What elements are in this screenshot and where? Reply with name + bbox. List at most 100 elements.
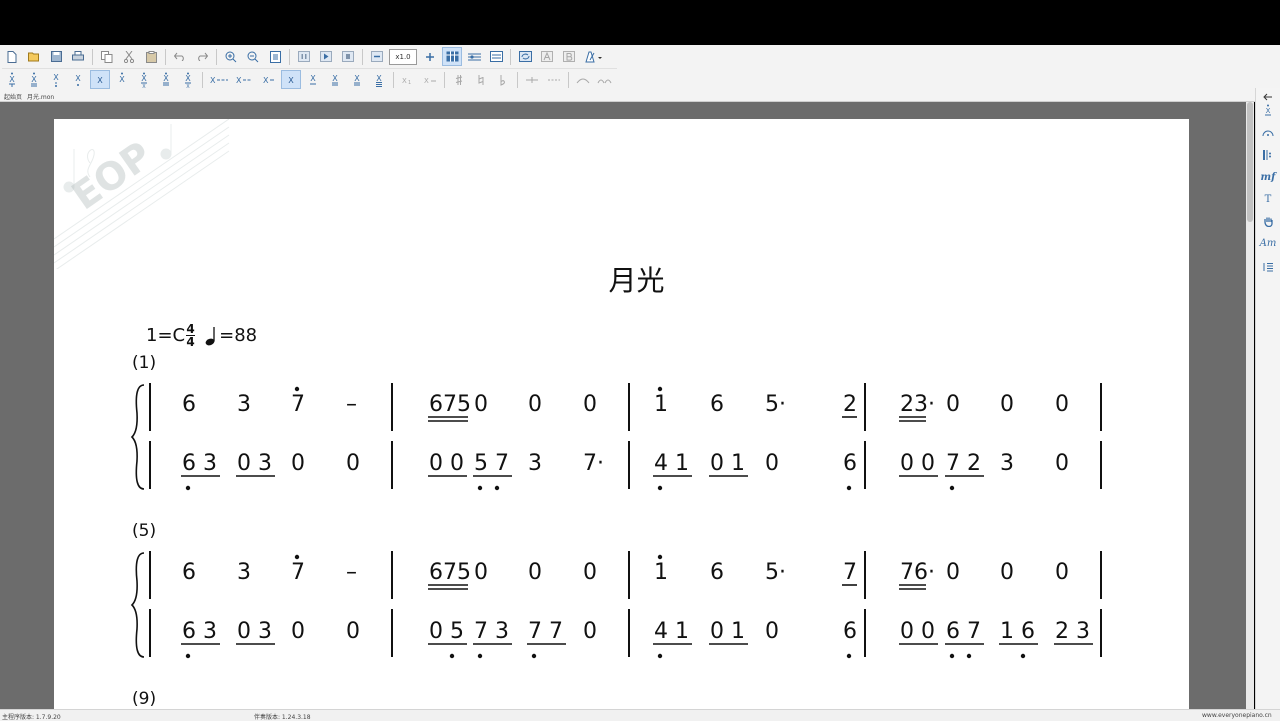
note-upper: 0	[1055, 392, 1069, 417]
underline-b-icon[interactable]: X	[325, 70, 345, 89]
tab-home[interactable]: 起始页	[4, 92, 22, 101]
dot-below-2-icon[interactable]: X	[68, 70, 88, 89]
underline-3-icon[interactable]: X	[156, 70, 176, 89]
svg-text:X: X	[376, 74, 382, 83]
zoom-decrease-icon[interactable]	[367, 47, 387, 66]
chord-icon[interactable]: Am	[1257, 234, 1279, 252]
toolbar-separator	[92, 48, 93, 65]
octave-dot-low	[657, 485, 663, 491]
fermata-icon[interactable]	[1257, 124, 1279, 142]
underline-c-icon[interactable]: X	[347, 70, 367, 89]
note-upper: 6	[710, 392, 724, 417]
slur-dash-icon[interactable]	[544, 70, 564, 89]
toolbar-row-notation: X X X X X X XX X XX X X X X X X X X X1 X	[2, 68, 617, 90]
note-lower: 0	[291, 451, 305, 476]
dash-medium-icon[interactable]: X	[233, 70, 257, 89]
note-plain-icon[interactable]: X	[90, 70, 110, 89]
underline-d-icon[interactable]: X	[369, 70, 389, 89]
black-top-bar	[0, 0, 1280, 45]
score-workspace[interactable]: EOP 月光 1=C 4 4 =88 (1) (5) (9) 6 3 7–675 0 0…	[0, 102, 1246, 719]
text-icon[interactable]: T	[1257, 190, 1279, 208]
svg-text:X: X	[53, 73, 59, 82]
stop-icon[interactable]	[338, 47, 358, 66]
redo-icon[interactable]	[192, 47, 212, 66]
hand-icon[interactable]	[1257, 212, 1279, 230]
website-link[interactable]: www.everyonepiano.cn	[1202, 712, 1272, 719]
sync-icon[interactable]	[515, 47, 535, 66]
dot-note-icon[interactable]: X	[1257, 102, 1279, 120]
note-lower: 6 3	[182, 451, 217, 476]
undo-icon[interactable]	[170, 47, 190, 66]
copy-icon[interactable]	[97, 47, 117, 66]
fit-page-icon[interactable]	[265, 47, 285, 66]
tab-file[interactable]: 月光.mon	[27, 92, 54, 101]
note-upper: 7	[843, 560, 857, 585]
dot-above-icon[interactable]: X	[2, 70, 22, 89]
zoom-level-input[interactable]: x1.0	[389, 48, 417, 65]
note-upper: 0	[583, 560, 597, 585]
sharp-icon[interactable]	[449, 70, 469, 89]
open-file-icon[interactable]	[24, 47, 44, 66]
dash-long-icon[interactable]: X	[207, 70, 231, 89]
play-icon[interactable]	[316, 47, 336, 66]
layout-icon[interactable]	[442, 47, 462, 66]
natural-icon[interactable]	[471, 70, 491, 89]
grace-1-icon[interactable]: X1	[398, 70, 418, 89]
svg-text:X: X	[402, 77, 407, 85]
note-lower: 1 6	[1000, 619, 1035, 644]
octave-dot-low	[185, 653, 191, 659]
tie-icon[interactable]	[522, 70, 542, 89]
repeat-icon[interactable]	[1257, 146, 1279, 164]
dash-short-icon[interactable]: X	[259, 70, 279, 89]
octave-dot-high	[657, 554, 663, 560]
underline-4-icon[interactable]: XX	[178, 70, 198, 89]
vertical-scrollbar[interactable]	[1246, 102, 1254, 709]
underline-a-icon[interactable]: X	[303, 70, 323, 89]
pause-icon[interactable]	[294, 47, 314, 66]
note-lower: 0 0	[900, 451, 935, 476]
cut-icon[interactable]	[119, 47, 139, 66]
note-lower: 0 5	[429, 619, 464, 644]
underline-1-icon[interactable]: X	[112, 70, 132, 89]
bold-icon[interactable]	[559, 47, 579, 66]
flat-icon[interactable]	[493, 70, 513, 89]
new-file-icon[interactable]	[2, 47, 22, 66]
note-upper: 5·	[765, 392, 786, 417]
metronome-icon[interactable]	[581, 47, 605, 66]
zoom-out-icon[interactable]	[243, 47, 263, 66]
save-icon[interactable]	[46, 47, 66, 66]
scrollbar-thumb[interactable]	[1247, 102, 1253, 222]
svg-text:1: 1	[408, 80, 411, 85]
dynamics-icon[interactable]: mf	[1257, 168, 1279, 186]
note-lower: 0 0	[429, 451, 464, 476]
svg-text:X: X	[1266, 107, 1271, 115]
grace-2-icon[interactable]: X	[420, 70, 440, 89]
toolbar-separator	[165, 48, 166, 65]
repeat-arc-icon[interactable]	[595, 70, 615, 89]
score-page[interactable]: EOP 月光 1=C 4 4 =88 (1) (5) (9) 6 3 7–675 0 0…	[54, 119, 1189, 719]
zoom-increase-icon[interactable]	[420, 47, 440, 66]
note-lower: 5 7	[474, 451, 509, 476]
toolbar-separator	[202, 71, 203, 88]
staff-icon[interactable]	[464, 47, 484, 66]
note-lower: 6	[843, 619, 857, 644]
arc-icon[interactable]	[573, 70, 593, 89]
score-notation[interactable]: 6 3 7–675 0 0 0 1 6 5· 2 23· 0 0 06 30 3000 05 7 3 7· 4 …	[54, 119, 1189, 719]
print-icon[interactable]	[68, 47, 88, 66]
svg-text:X: X	[31, 75, 37, 84]
dot-above-2-icon[interactable]: X	[24, 70, 44, 89]
note-lower: 0	[1055, 451, 1069, 476]
font-icon[interactable]	[537, 47, 557, 66]
staff-alt-icon[interactable]	[486, 47, 506, 66]
svg-text:X: X	[210, 76, 216, 85]
note-active-icon[interactable]: X	[281, 70, 301, 89]
note-lower: 7·	[583, 451, 604, 476]
zoom-in-icon[interactable]	[221, 47, 241, 66]
dot-below-icon[interactable]: X	[46, 70, 66, 89]
paste-icon[interactable]	[141, 47, 161, 66]
underline-2-icon[interactable]: XX	[134, 70, 154, 89]
note-lower: 7 2	[946, 451, 981, 476]
grand-staff-brace	[130, 552, 145, 658]
note-lower: 0	[346, 619, 360, 644]
indent-icon[interactable]	[1257, 258, 1279, 276]
